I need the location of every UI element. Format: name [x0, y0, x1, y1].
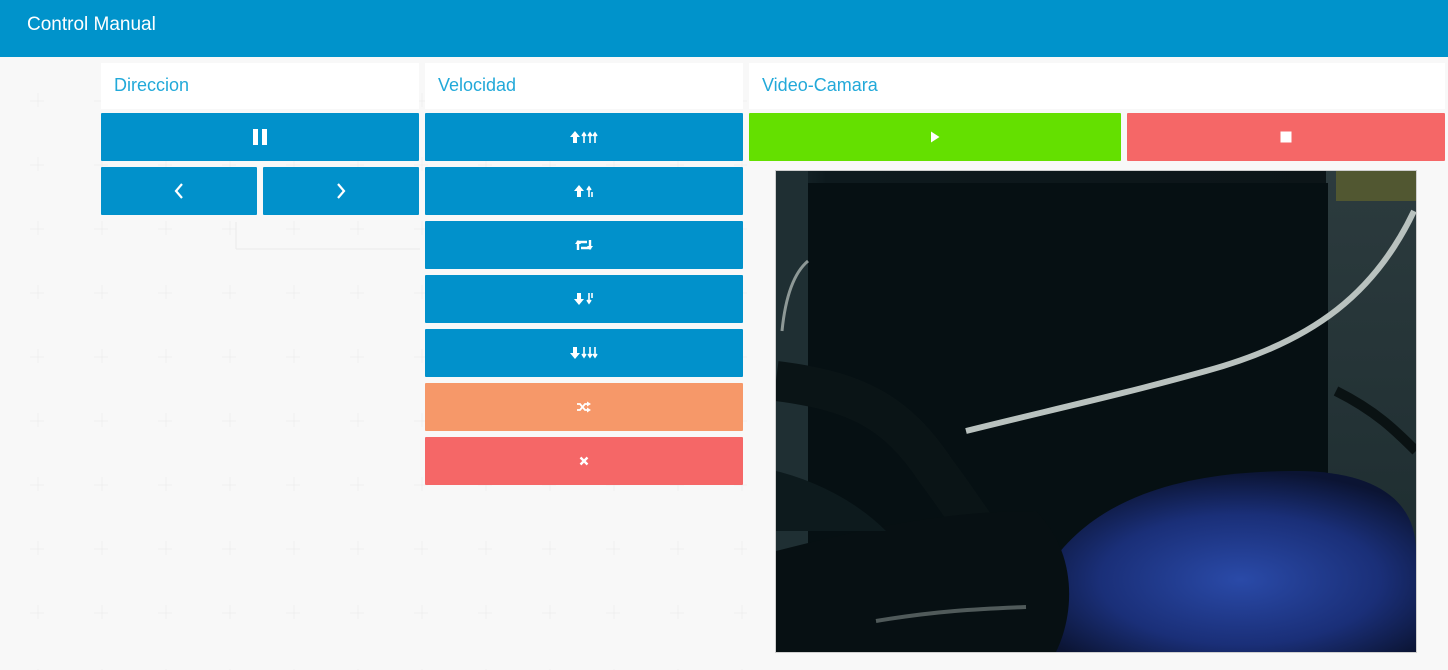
play-icon — [931, 131, 940, 143]
retweet-icon — [575, 240, 593, 250]
pause-icon — [253, 129, 267, 145]
camera-image — [776, 171, 1416, 652]
turn-left-button[interactable] — [101, 167, 257, 215]
video-title: Video-Camara — [762, 75, 878, 95]
times-icon — [579, 456, 589, 466]
video-play-button[interactable] — [749, 113, 1121, 161]
speed-down-fast-button[interactable] — [425, 329, 743, 377]
stop-icon — [1280, 131, 1292, 143]
velocidad-title: Velocidad — [438, 75, 517, 95]
speed-up-button[interactable] — [425, 167, 743, 215]
chevron-right-icon — [337, 183, 346, 199]
direccion-title: Direccion — [114, 75, 190, 95]
turn-right-button[interactable] — [263, 167, 419, 215]
video-panel-header: Video-Camara — [749, 63, 1445, 109]
random-icon — [577, 401, 591, 413]
arrow-down-double-sort-icon — [570, 347, 598, 359]
speed-down-button[interactable] — [425, 275, 743, 323]
speed-up-fast-button[interactable] — [425, 113, 743, 161]
arrow-down-sort-icon — [574, 293, 593, 305]
velocidad-panel-header: Velocidad — [425, 63, 743, 109]
navbar-title[interactable]: Control Manual — [27, 14, 156, 36]
pause-button[interactable] — [101, 113, 419, 161]
reset-speed-button[interactable] — [425, 221, 743, 269]
arrow-up-double-sort-icon — [570, 131, 598, 143]
video-stream — [775, 170, 1417, 653]
direccion-panel-header: Direccion — [101, 63, 419, 109]
navbar: Control Manual — [0, 0, 1448, 57]
random-button[interactable] — [425, 383, 743, 431]
arrow-up-sort-icon — [574, 185, 593, 197]
video-stop-button[interactable] — [1127, 113, 1445, 161]
chevron-left-icon — [174, 183, 183, 199]
stop-motor-button[interactable] — [425, 437, 743, 485]
